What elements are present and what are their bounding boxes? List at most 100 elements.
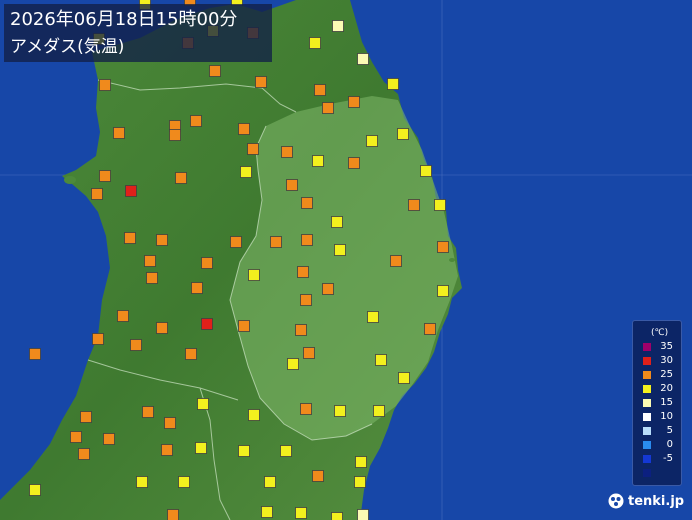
station-marker: [190, 115, 202, 127]
map-type-label: アメダス(気温): [10, 37, 125, 57]
legend-label: 5: [666, 425, 673, 436]
station-marker: [408, 199, 420, 211]
station-marker: [390, 255, 402, 267]
station-marker: [99, 79, 111, 91]
brand-name: tenki.jp: [628, 494, 685, 509]
station-marker: [261, 506, 273, 518]
station-marker: [314, 84, 326, 96]
station-marker: [312, 155, 324, 167]
station-marker: [270, 236, 282, 248]
station-marker: [169, 129, 181, 141]
station-marker: [248, 409, 260, 421]
station-marker: [348, 157, 360, 169]
station-marker: [91, 188, 103, 200]
station-marker: [354, 476, 366, 488]
station-marker: [230, 236, 242, 248]
station-marker: [301, 197, 313, 209]
station-marker: [331, 512, 343, 520]
station-marker: [437, 285, 449, 297]
station-marker: [322, 283, 334, 295]
legend-swatch: [643, 469, 651, 477]
station-marker: [117, 310, 129, 322]
station-marker: [191, 282, 203, 294]
legend-row: 20: [641, 383, 679, 395]
legend-row: 15: [641, 397, 679, 409]
observation-time: 2026年06月18日15時00分: [10, 9, 238, 30]
station-marker: [398, 372, 410, 384]
station-marker: [103, 433, 115, 445]
station-marker: [146, 272, 158, 284]
station-marker: [161, 444, 173, 456]
legend-swatch: [643, 427, 651, 435]
station-marker: [80, 411, 92, 423]
station-marker: [124, 232, 136, 244]
legend-row: 5: [641, 425, 679, 437]
legend-row: 10: [641, 411, 679, 423]
station-marker: [164, 417, 176, 429]
legend-row: [641, 467, 679, 479]
station-marker: [366, 135, 378, 147]
brand-logo[interactable]: tenki.jp: [608, 492, 688, 512]
station-marker: [99, 170, 111, 182]
legend-swatch: [643, 371, 651, 379]
station-marker: [331, 216, 343, 228]
station-marker: [287, 358, 299, 370]
station-marker: [280, 445, 292, 457]
station-marker: [424, 323, 436, 335]
station-marker: [420, 165, 432, 177]
legend-label: 15: [660, 397, 673, 408]
station-marker: [144, 255, 156, 267]
station-marker: [357, 53, 369, 65]
legend-label: 0: [666, 439, 673, 450]
legend-row: 35: [641, 341, 679, 353]
station-marker: [238, 123, 250, 135]
station-marker: [348, 96, 360, 108]
station-marker: [201, 257, 213, 269]
temperature-legend: (℃) 35 30 25 20 15 10 5 0 -5: [632, 320, 682, 486]
station-marker: [332, 20, 344, 32]
station-marker: [156, 234, 168, 246]
station-marker: [309, 37, 321, 49]
legend-swatch: [643, 413, 651, 421]
station-marker: [367, 311, 379, 323]
station-marker: [322, 102, 334, 114]
station-marker: [264, 476, 276, 488]
station-marker: [178, 476, 190, 488]
station-marker: [238, 445, 250, 457]
station-marker: [281, 146, 293, 158]
station-marker: [70, 431, 82, 443]
station-marker: [303, 347, 315, 359]
station-marker: [113, 127, 125, 139]
station-marker: [130, 339, 142, 351]
station-marker: [136, 476, 148, 488]
station-marker: [301, 234, 313, 246]
station-marker: [142, 406, 154, 418]
legend-swatch: [643, 455, 651, 463]
station-marker: [373, 405, 385, 417]
legend-label: 25: [660, 369, 673, 380]
legend-label: 10: [660, 411, 673, 422]
tenki-logo-icon: [608, 493, 624, 509]
map-title-panel: 2026年06月18日15時00分 アメダス(気温): [4, 4, 272, 62]
legend-swatch: [643, 385, 651, 393]
legend-row: 30: [641, 355, 679, 367]
station-marker: [297, 266, 309, 278]
legend-row: -5: [641, 453, 679, 465]
station-marker: [197, 398, 209, 410]
station-marker: [357, 509, 369, 520]
station-marker: [375, 354, 387, 366]
station-marker: [195, 442, 207, 454]
legend-swatch: [643, 357, 651, 365]
station-marker: [92, 333, 104, 345]
legend-label: 30: [660, 355, 673, 366]
station-marker: [167, 509, 179, 520]
station-marker: [247, 143, 259, 155]
station-marker: [334, 405, 346, 417]
station-marker: [434, 199, 446, 211]
station-marker: [295, 324, 307, 336]
station-marker: [156, 322, 168, 334]
station-marker: [334, 244, 346, 256]
station-marker: [209, 65, 221, 77]
station-marker: [300, 403, 312, 415]
station-marker: [397, 128, 409, 140]
